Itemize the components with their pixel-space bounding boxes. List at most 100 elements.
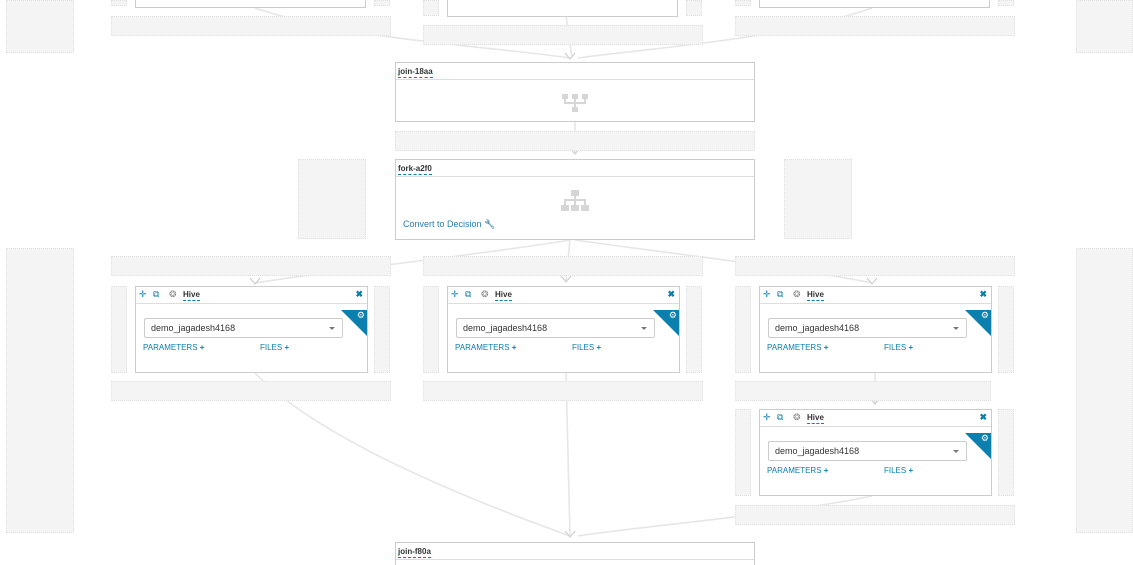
drop-zone[interactable] xyxy=(735,256,1015,276)
join-node[interactable]: join-18aa xyxy=(395,62,755,122)
drop-zone[interactable] xyxy=(998,0,1014,6)
copy-icon[interactable]: ⧉ xyxy=(465,290,471,299)
drop-zone[interactable] xyxy=(735,505,1015,525)
move-icon[interactable]: ✛ xyxy=(763,413,771,422)
previous-action-card[interactable] xyxy=(759,0,990,8)
drop-zone[interactable] xyxy=(111,0,127,6)
gears-icon[interactable]: ⚙ xyxy=(669,311,677,320)
gears-icon[interactable]: ⚙ xyxy=(357,311,365,320)
files-label: FILES xyxy=(260,343,283,352)
expand-icon[interactable]: ↗ xyxy=(968,441,975,449)
move-icon[interactable]: ✛ xyxy=(763,290,771,299)
parameters-link[interactable]: PARAMETERS + xyxy=(767,466,828,475)
database-select[interactable]: demo_jagadesh4168 xyxy=(144,318,343,338)
copy-icon[interactable]: ⧉ xyxy=(777,290,783,299)
files-link[interactable]: FILES + xyxy=(572,343,601,352)
drop-zone[interactable] xyxy=(1076,248,1133,533)
plus-icon: + xyxy=(284,343,290,352)
chevron-down-icon xyxy=(329,327,335,330)
drop-zone[interactable] xyxy=(735,381,991,401)
database-select[interactable]: demo_jagadesh4168 xyxy=(768,441,967,461)
files-link[interactable]: FILES + xyxy=(884,466,913,475)
copy-icon[interactable]: ⧉ xyxy=(153,290,159,299)
gears-icon[interactable]: ⚙ xyxy=(981,311,989,320)
drop-zone[interactable] xyxy=(374,0,390,6)
move-icon[interactable]: ✛ xyxy=(451,290,459,299)
close-icon[interactable]: ✖ xyxy=(667,289,675,300)
hive-action-card[interactable]: ✛ ⧉ ❂ Hive ✖ ⚙ ↗ demo_jagadesh4168 PARAM… xyxy=(759,409,992,496)
wrench-icon: 🔧 xyxy=(484,219,496,229)
drop-zone[interactable] xyxy=(6,248,74,533)
plus-icon: + xyxy=(823,466,829,475)
fork-icon xyxy=(561,190,589,211)
drop-zone[interactable] xyxy=(735,16,1015,36)
files-label: FILES xyxy=(884,466,907,475)
database-select[interactable]: demo_jagadesh4168 xyxy=(456,318,655,338)
divider xyxy=(396,559,754,560)
action-type-label[interactable]: Hive xyxy=(807,413,824,424)
copy-icon[interactable]: ⧉ xyxy=(777,413,783,422)
close-icon[interactable]: ✖ xyxy=(979,289,987,300)
join-node-title[interactable]: join-f80a xyxy=(398,547,431,558)
drop-zone[interactable] xyxy=(735,0,751,6)
plus-icon: + xyxy=(823,343,829,352)
drop-zone[interactable] xyxy=(111,286,127,373)
parameters-link[interactable]: PARAMETERS + xyxy=(455,343,516,352)
join-node[interactable]: join-f80a xyxy=(395,542,755,565)
drop-zone[interactable] xyxy=(686,286,702,373)
drop-zone[interactable] xyxy=(423,0,439,16)
drop-zone[interactable] xyxy=(395,131,755,151)
action-type-label[interactable]: Hive xyxy=(807,290,824,301)
convert-label: Convert to Decision xyxy=(403,219,482,229)
drop-zone[interactable] xyxy=(735,286,751,373)
drop-zone[interactable] xyxy=(735,409,751,496)
hive-action-card[interactable]: ✛ ⧉ ❂ Hive ✖ ⚙ ↗ demo_jagadesh4168 PARAM… xyxy=(759,286,992,373)
close-icon[interactable]: ✖ xyxy=(979,412,987,423)
database-select-value: demo_jagadesh4168 xyxy=(775,446,860,456)
close-icon[interactable]: ✖ xyxy=(355,289,363,300)
drop-zone[interactable] xyxy=(111,381,391,401)
drop-zone[interactable] xyxy=(111,16,391,36)
drop-zone[interactable] xyxy=(298,159,366,239)
drop-zone[interactable] xyxy=(998,409,1014,496)
files-link[interactable]: FILES + xyxy=(884,343,913,352)
previous-action-card[interactable] xyxy=(447,0,678,17)
fork-node-title[interactable]: fork-a2f0 xyxy=(398,164,432,175)
drop-zone[interactable] xyxy=(1076,0,1133,53)
drop-zone[interactable] xyxy=(686,0,702,16)
join-node-title[interactable]: join-18aa xyxy=(398,67,433,78)
plus-icon: + xyxy=(908,466,914,475)
previous-action-card[interactable] xyxy=(135,0,366,8)
database-select[interactable]: demo_jagadesh4168 xyxy=(768,318,967,338)
parameters-link[interactable]: PARAMETERS + xyxy=(767,343,828,352)
parameters-label: PARAMETERS xyxy=(767,343,822,352)
hive-icon: ❂ xyxy=(793,412,801,422)
plus-icon: + xyxy=(908,343,914,352)
action-type-label[interactable]: Hive xyxy=(495,290,512,301)
drop-zone[interactable] xyxy=(111,256,391,276)
hive-icon: ❂ xyxy=(481,289,489,299)
drop-zone[interactable] xyxy=(784,159,852,239)
files-link[interactable]: FILES + xyxy=(260,343,289,352)
move-icon[interactable]: ✛ xyxy=(139,290,147,299)
hive-icon: ❂ xyxy=(169,289,177,299)
drop-zone[interactable] xyxy=(374,286,390,373)
action-type-label[interactable]: Hive xyxy=(183,290,200,301)
parameters-link[interactable]: PARAMETERS + xyxy=(143,343,204,352)
drop-zone[interactable] xyxy=(6,0,74,53)
gears-icon[interactable]: ⚙ xyxy=(981,434,989,443)
drop-zone[interactable] xyxy=(423,256,703,276)
expand-icon[interactable]: ↗ xyxy=(968,318,975,326)
drop-zone[interactable] xyxy=(423,286,439,373)
drop-zone[interactable] xyxy=(423,381,703,401)
drop-zone[interactable] xyxy=(998,286,1014,373)
expand-icon[interactable]: ↗ xyxy=(344,318,351,326)
convert-to-decision-link[interactable]: Convert to Decision 🔧 xyxy=(403,219,495,230)
hive-action-card[interactable]: ✛ ⧉ ❂ Hive ✖ ⚙ ↗ demo_jagadesh4168 PARAM… xyxy=(447,286,680,373)
parameters-label: PARAMETERS xyxy=(767,466,822,475)
expand-icon[interactable]: ↗ xyxy=(656,318,663,326)
fork-node[interactable]: fork-a2f0 Convert to Decision 🔧 xyxy=(395,159,755,240)
drop-zone[interactable] xyxy=(423,25,703,45)
plus-icon: + xyxy=(596,343,602,352)
hive-action-card[interactable]: ✛ ⧉ ❂ Hive ✖ ⚙ ↗ demo_jagadesh4168 PARAM… xyxy=(135,286,368,373)
